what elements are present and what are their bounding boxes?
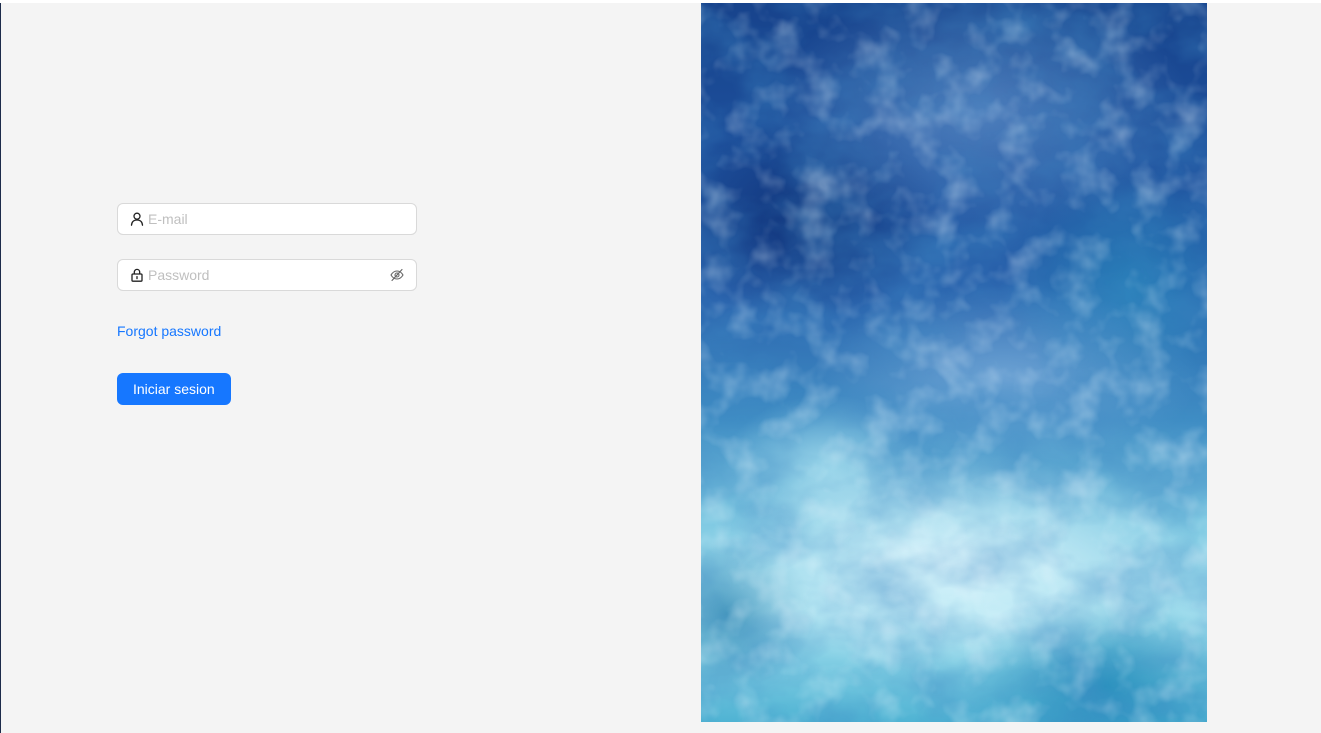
email-input[interactable]: [148, 208, 416, 230]
password-input[interactable]: [148, 264, 385, 286]
watercolor-texture: [701, 3, 1207, 722]
login-form: Forgot password Iniciar sesion: [117, 203, 417, 405]
user-icon: [129, 211, 145, 227]
password-field[interactable]: [117, 259, 417, 291]
lock-icon: [129, 267, 145, 283]
login-button[interactable]: Iniciar sesion: [117, 373, 231, 405]
watercolor-image: [701, 3, 1207, 722]
email-field[interactable]: [117, 203, 417, 235]
eye-invisible-icon[interactable]: [389, 267, 405, 283]
login-page: Forgot password Iniciar sesion: [0, 3, 1321, 733]
forgot-password-link[interactable]: Forgot password: [117, 323, 221, 339]
